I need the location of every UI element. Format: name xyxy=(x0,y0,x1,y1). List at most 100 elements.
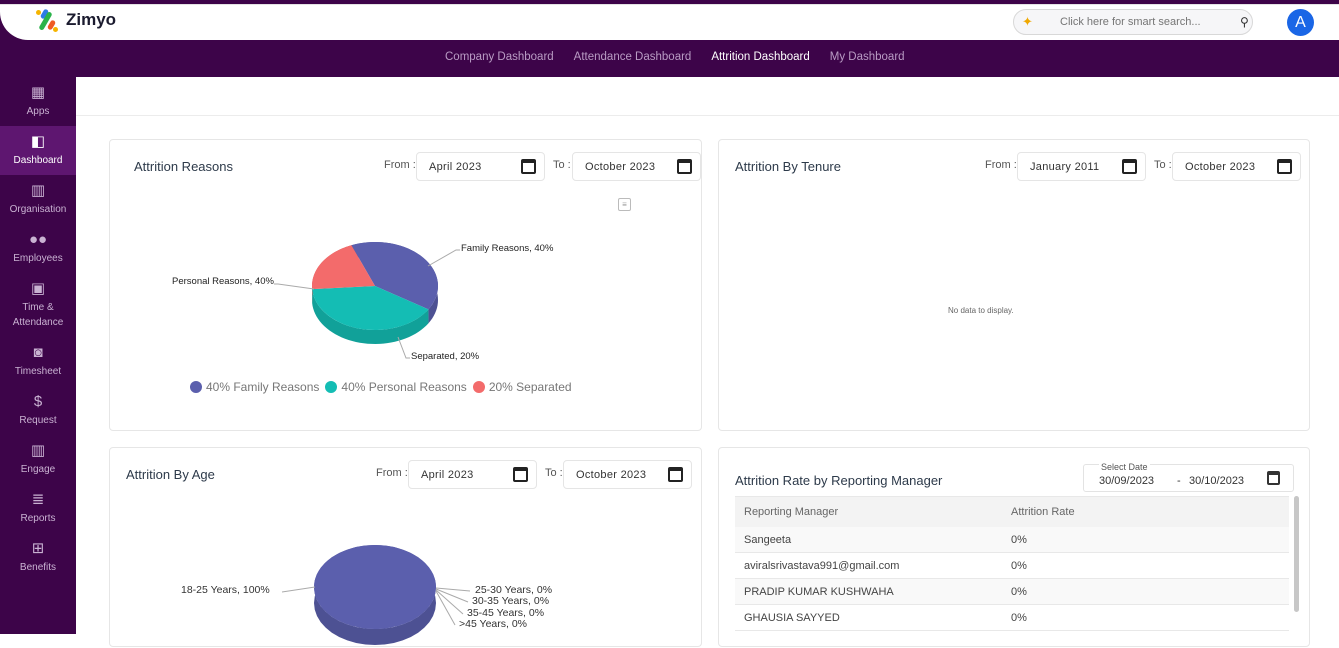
sidebar-item-benefits[interactable]: ⊞ Benefits xyxy=(0,533,76,582)
from-label: From : xyxy=(376,467,408,479)
from-date-input[interactable]: January 2011 xyxy=(1017,152,1146,181)
calendar-icon[interactable] xyxy=(1122,159,1137,174)
legend-item-family[interactable]: 40% Family Reasons xyxy=(190,380,319,394)
pie-slice-side-1 xyxy=(312,289,429,344)
leader-line-2 xyxy=(435,588,469,603)
to-date-input[interactable]: October 2023 xyxy=(572,152,701,181)
chart-menu-icon[interactable]: ≡ xyxy=(618,198,631,211)
sidebar-item-label: Benefits xyxy=(19,561,57,573)
app-name: Zimyo xyxy=(66,10,117,29)
sidebar-item-dashboard[interactable]: ◧ Dashboard xyxy=(0,126,76,175)
table-row[interactable]: GHAUSIA SAYYED 0% xyxy=(735,605,1289,631)
data-label-18-25: 18-25 Years, 100% xyxy=(181,584,270,596)
sidebar-item-timesheet[interactable]: ◙ Timesheet xyxy=(0,337,76,386)
legend-item-personal[interactable]: 40% Personal Reasons xyxy=(325,380,467,394)
legend-item-separated[interactable]: 20% Separated xyxy=(472,380,572,394)
from-date-input[interactable]: April 2023 xyxy=(408,460,537,489)
table-row[interactable]: Sangeeta 0% xyxy=(735,527,1289,553)
card-title: Attrition Reasons xyxy=(134,159,233,174)
date-to-value[interactable]: 30/10/2023 xyxy=(1189,475,1244,487)
sidebar-item-label: Reports xyxy=(20,512,56,524)
data-label-30-35: 30-35 Years, 0% xyxy=(472,595,550,607)
calendar-icon[interactable] xyxy=(1277,159,1292,174)
sidebar-item-reports[interactable]: ≣ Reports xyxy=(0,484,76,533)
to-date-value: October 2023 xyxy=(576,468,647,481)
sidebar-item-label: Request xyxy=(19,414,57,426)
pie-slice-family-reasons xyxy=(351,241,439,310)
table-row[interactable]: PRADIP KUMAR KUSHWAHA 0% xyxy=(735,579,1289,605)
attrition-reasons-card: Attrition Reasons From : April 2023 To :… xyxy=(109,139,702,431)
column-header[interactable]: Attrition Rate xyxy=(1011,506,1289,518)
smart-search[interactable]: ✦ ⚲ xyxy=(1013,9,1253,35)
table-scrollbar[interactable] xyxy=(1294,496,1299,612)
to-label: To : xyxy=(545,467,563,479)
attrition-manager-card: Attrition Rate by Reporting Manager Sele… xyxy=(718,447,1310,647)
from-date-input[interactable]: April 2023 xyxy=(416,152,545,181)
data-label-family: Family Reasons, 40% xyxy=(461,243,554,254)
sidebar-item-label: Time & Attendance xyxy=(12,301,64,328)
to-date-value: October 2023 xyxy=(1185,160,1256,173)
calendar-icon[interactable] xyxy=(668,467,683,482)
sidebar-item-apps[interactable]: ▦ Apps xyxy=(0,77,76,126)
no-data-message: No data to display. xyxy=(948,306,1014,315)
from-date-value: January 2011 xyxy=(1030,160,1100,173)
sidebar-item-employees[interactable]: ●● Employees xyxy=(0,224,76,273)
to-date-input[interactable]: October 2023 xyxy=(563,460,692,489)
logo[interactable]: Zimyo xyxy=(34,8,116,32)
calendar-icon[interactable] xyxy=(513,467,528,482)
manager-name: PRADIP KUMAR KUSHWAHA xyxy=(744,585,894,598)
chart-legend: 40% Family Reasons 40% Personal Reasons … xyxy=(190,380,572,394)
sidebar-item-organisation[interactable]: ▥ Organisation xyxy=(0,175,76,224)
search-icon[interactable]: ⚲ xyxy=(1240,15,1249,29)
attrition-age-card: Attrition By Age From : April 2023 To : … xyxy=(109,447,702,647)
legend-dot xyxy=(325,381,338,393)
legend-label: 40% Personal Reasons xyxy=(341,380,467,394)
sub-header xyxy=(76,77,1339,116)
to-date-input[interactable]: October 2023 xyxy=(1172,152,1301,181)
leader-line-2 xyxy=(397,336,410,359)
legend-dot xyxy=(190,381,202,393)
column-header[interactable]: Reporting Manager xyxy=(735,506,1011,518)
sidebar-item-label: Apps xyxy=(26,105,50,117)
card-title: Attrition By Tenure xyxy=(735,159,841,174)
tab-attrition-dashboard[interactable]: Attrition Dashboard xyxy=(711,51,809,63)
sidebar-item-engage[interactable]: ▥ Engage xyxy=(0,435,76,484)
calendar-icon[interactable] xyxy=(1267,471,1280,485)
date-from-value[interactable]: 30/09/2023 xyxy=(1099,475,1154,487)
people-icon: ●● xyxy=(28,230,48,248)
calendar-icon[interactable] xyxy=(521,159,536,174)
to-date-value: October 2023 xyxy=(585,160,656,173)
pie-slice-18-25-years xyxy=(314,545,436,629)
from-label: From : xyxy=(985,159,1017,171)
data-label-over-45: >45 Years, 0% xyxy=(459,618,528,630)
search-input[interactable] xyxy=(1060,16,1240,28)
card-title: Attrition By Age xyxy=(126,467,215,482)
date-separator: - xyxy=(1177,475,1181,487)
tab-attendance-dashboard[interactable]: Attendance Dashboard xyxy=(574,51,692,63)
calendar-icon[interactable] xyxy=(677,159,692,174)
tab-company-dashboard[interactable]: Company Dashboard xyxy=(445,51,554,63)
attrition-rate: 0% xyxy=(1011,611,1027,624)
leader-line-0 xyxy=(427,249,460,267)
from-date-value: April 2023 xyxy=(421,468,474,481)
dollar-doc-icon: $ xyxy=(33,392,43,410)
legend-label: 20% Separated xyxy=(488,380,572,394)
timer-icon: ◙ xyxy=(33,343,43,361)
leader-line-3 xyxy=(435,589,464,615)
pie-slice-side-0 xyxy=(351,242,438,324)
sidebar: ▦ Apps ◧ Dashboard ▥ Organisation ●● Emp… xyxy=(0,77,76,634)
sidebar-item-label: Timesheet xyxy=(14,365,62,377)
date-range-picker[interactable]: Select Date 30/09/2023 - 30/10/2023 xyxy=(1083,462,1294,492)
leader-line-0 xyxy=(281,586,316,593)
card-title: Attrition Rate by Reporting Manager xyxy=(735,473,943,488)
zimyo-logo-icon xyxy=(34,8,58,32)
sidebar-item-label: Engage xyxy=(20,463,56,475)
sidebar-item-request[interactable]: $ Request xyxy=(0,386,76,435)
tab-my-dashboard[interactable]: My Dashboard xyxy=(830,51,905,63)
sidebar-item-label: Employees xyxy=(13,252,63,264)
to-label: To : xyxy=(1154,159,1172,171)
sidebar-item-time-attendance[interactable]: ▣ Time & Attendance xyxy=(0,273,76,337)
attrition-rate: 0% xyxy=(1011,585,1027,598)
avatar[interactable]: A xyxy=(1287,9,1314,36)
table-row[interactable]: aviralsrivastava991@gmail.com 0% xyxy=(735,553,1289,579)
